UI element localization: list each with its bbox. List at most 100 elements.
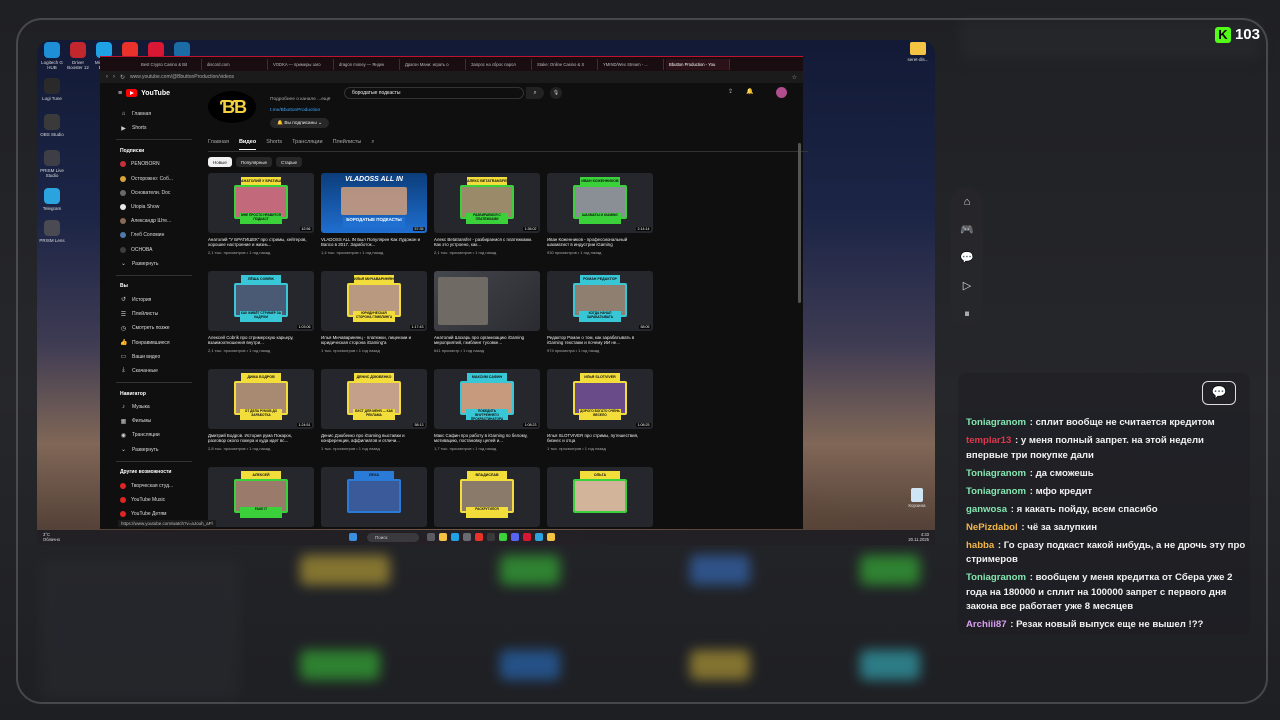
channel-tab[interactable]: Трансляции bbox=[292, 139, 322, 150]
sidebar-item[interactable]: ▭ Ваши видео bbox=[120, 350, 195, 364]
video-thumbnail[interactable]: АЛЕКС BETATRANSFER РАЗБИРАЕМСЯ С ПЛАТЕЖКА… bbox=[434, 173, 540, 233]
chat-username[interactable]: ganwosa bbox=[966, 504, 1007, 515]
chat-username[interactable]: Archiii87 bbox=[966, 619, 1007, 630]
star-icon[interactable]: ☆ bbox=[792, 74, 797, 81]
channel-about[interactable]: Подробнее о канале ...ещё bbox=[270, 97, 330, 102]
video-thumbnail[interactable]: АЛЕКСЕЙ FAKE IT bbox=[208, 467, 314, 527]
forward-icon[interactable]: › bbox=[113, 74, 115, 80]
video-thumbnail[interactable]: ЛЕХА bbox=[321, 467, 427, 527]
taskbar-search[interactable]: Поиск bbox=[367, 533, 419, 542]
video-thumbnail[interactable] bbox=[434, 271, 540, 331]
sidebar-item[interactable]: YouTube Music bbox=[120, 493, 195, 507]
video-card[interactable]: РОМАН РЕДАКТОР КОГДА НАЧАЛ ЗАРАБАТЫВАТЬ 58… bbox=[547, 271, 653, 369]
video-title[interactable]: Анатолий "У БРАТИШЕК" про стримы, хейтер… bbox=[208, 237, 314, 248]
sidebar-item[interactable]: ⌄ Развернуть bbox=[120, 443, 195, 457]
youtube-logo[interactable]: ≡ YouTube bbox=[118, 89, 195, 97]
task-view-icon[interactable] bbox=[427, 533, 435, 541]
video-card[interactable]: ДЕНИС ДЗЮБЕНКО БЕСТ ДЛЯ МЕНЯ — КАК РЕКЛАМ… bbox=[321, 369, 427, 467]
video-card[interactable]: АЛЕКС BETATRANSFER РАЗБИРАЕМСЯ С ПЛАТЕЖКА… bbox=[434, 173, 540, 271]
channel-tab[interactable]: Плейлисты bbox=[333, 139, 362, 150]
sidebar-item[interactable]: ⌄ Развернуть bbox=[120, 257, 195, 271]
chat-username[interactable]: Toniagranom bbox=[966, 417, 1026, 428]
telegram-icon[interactable] bbox=[535, 533, 543, 541]
sidebar-item[interactable]: ↺ История bbox=[120, 293, 195, 307]
opera-icon[interactable] bbox=[523, 533, 531, 541]
app2-icon[interactable] bbox=[547, 533, 555, 541]
video-thumbnail[interactable]: VLADOSS ALL IN БОРОДАТЫЕ ПОДКАСТЫ 57:35 bbox=[321, 173, 427, 233]
discord-icon[interactable] bbox=[511, 533, 519, 541]
sidebar-item[interactable]: ◷ Смотреть позже bbox=[120, 321, 195, 335]
edge-icon[interactable] bbox=[451, 533, 459, 541]
desktop-icon[interactable]: Telegram bbox=[39, 188, 65, 211]
desktop-icon[interactable]: Driver Booster 12 bbox=[65, 42, 91, 70]
system-tray[interactable]: 4:33 20.11.2025 bbox=[908, 532, 929, 542]
video-title[interactable]: Алексей Cobrik про стримерскую карьеру, … bbox=[208, 335, 314, 346]
channel-tab[interactable]: Shorts bbox=[266, 139, 282, 150]
browser-tab[interactable]: VODKA — примеры заго bbox=[270, 58, 334, 70]
sidebar-item[interactable]: ◉ Трансляции bbox=[120, 428, 195, 442]
desktop-icon[interactable]: Logi Tune bbox=[39, 78, 65, 101]
channel-tab[interactable]: Главная bbox=[208, 139, 229, 150]
video-title[interactable]: Иван Коженников - профессиональный шахма… bbox=[547, 237, 653, 248]
sidebar-channel[interactable]: Основатели. Doc bbox=[120, 186, 195, 200]
chat-username[interactable]: habba bbox=[966, 540, 994, 551]
settings-icon[interactable] bbox=[463, 533, 471, 541]
sidebar-channel[interactable]: Осторожно: Соб... bbox=[120, 172, 195, 186]
video-thumbnail[interactable]: ИЛЬЯ МИЧАВАРИНЯНЦ ЮРИДИЧЕСКАЯ СТОРОНА ГЭМ… bbox=[321, 271, 427, 331]
video-title[interactable]: Илья SLOTVIVER про стримы, путешествия, … bbox=[547, 433, 653, 444]
video-card[interactable]: VLADOSS ALL IN БОРОДАТЫЕ ПОДКАСТЫ 57:35 VLA… bbox=[321, 173, 427, 271]
chat-toggle-icon[interactable]: 💬 bbox=[1202, 381, 1236, 405]
chat-username[interactable]: Toniagranom bbox=[966, 572, 1026, 583]
browser-tab[interactable]: YMIND/Wex Stream - ... bbox=[600, 58, 664, 70]
obs-icon[interactable] bbox=[487, 533, 495, 541]
browser-tab[interactable]: Запрос на сброс парол bbox=[468, 58, 532, 70]
desktop-icon[interactable]: PRISM Live Studio bbox=[39, 150, 65, 178]
sidebar-item[interactable]: 👍 Понравившиеся bbox=[120, 335, 195, 349]
video-card[interactable]: ЛЁША COBRIK КАК ЖИВЁТ СТРИМЕР ЗА КАДРОМ 1:… bbox=[208, 271, 314, 369]
sidebar-item[interactable]: ▦ Фильмы bbox=[120, 414, 195, 428]
video-card[interactable]: Анатолий Шохарь про организацию iGaming … bbox=[434, 271, 540, 369]
video-card[interactable]: ДИМА БОДРОВ ОТ ДЕЛА РУМОВ ДО ЗАРАБОТКА 1:2… bbox=[208, 369, 314, 467]
browser-tab[interactable]: Stake: Online Casino & S bbox=[534, 58, 598, 70]
chat-username[interactable]: Toniagranom bbox=[966, 486, 1026, 497]
reload-icon[interactable]: ↻ bbox=[120, 74, 125, 81]
browser-tab[interactable]: discord.com bbox=[204, 58, 268, 70]
browser-tab[interactable]: Bbutton Production - You bbox=[666, 58, 730, 70]
browser-tab[interactable]: Драгон Мани: играть о bbox=[402, 58, 466, 70]
sidebar-channel[interactable]: Utopia Show bbox=[120, 200, 195, 214]
bell-icon[interactable]: 🔔 bbox=[746, 88, 753, 95]
browser-tab[interactable]: Best Crypto Casino & Bit bbox=[138, 58, 202, 70]
explorer-icon[interactable] bbox=[439, 533, 447, 541]
desktop-icon[interactable]: OBS Studio bbox=[39, 114, 65, 137]
upload-icon[interactable]: ⇪ bbox=[728, 88, 733, 95]
video-thumbnail[interactable]: МАКСИМ САФИН ПОБЕДИТЬ ВНУТРЕННЕГО ПРОКРАС… bbox=[434, 369, 540, 429]
search-icon[interactable]: ⌕ bbox=[371, 139, 374, 150]
avatar[interactable] bbox=[776, 87, 787, 98]
subscribed-button[interactable]: 🔔 Вы подписаны ⌄ bbox=[270, 118, 330, 128]
sidebar-item[interactable]: ⌂ Главная bbox=[120, 107, 195, 121]
video-card[interactable]: МАКСИМ САФИН ПОБЕДИТЬ ВНУТРЕННЕГО ПРОКРАС… bbox=[434, 369, 540, 467]
start-icon[interactable] bbox=[349, 533, 357, 541]
app-icon[interactable] bbox=[499, 533, 507, 541]
sidebar-item[interactable]: ⤓ Скачанные bbox=[120, 364, 195, 378]
video-title[interactable]: Денис Дзюбенко про iGaming выставки и ко… bbox=[321, 433, 427, 444]
video-title[interactable]: Макс Сафин про работу в iGaming по белом… bbox=[434, 433, 540, 444]
sidebar-item[interactable]: Творческая студ... bbox=[120, 479, 195, 493]
video-card[interactable]: ИЛЬЯ SLOTVIVER ДОРОГО БОГАТО ОЧЕНЬ ВЕСЕЛО… bbox=[547, 369, 653, 467]
filter-chip[interactable]: Старые bbox=[276, 157, 303, 167]
video-thumbnail[interactable]: ИЛЬЯ SLOTVIVER ДОРОГО БОГАТО ОЧЕНЬ ВЕСЕЛО… bbox=[547, 369, 653, 429]
filter-chip[interactable]: Новые bbox=[208, 157, 232, 167]
sidebar-item[interactable]: ♪ Музыка bbox=[120, 400, 195, 414]
video-title[interactable]: VLADOSS ALL IN Был Популярен Как Лудожон… bbox=[321, 237, 427, 248]
you-heading[interactable]: Вы bbox=[120, 280, 195, 293]
sidebar-channel[interactable]: ОСНОВА bbox=[120, 243, 195, 257]
url-field[interactable]: www.youtube.com/@BbuttonProduction/video… bbox=[130, 74, 787, 80]
yandex-icon[interactable] bbox=[475, 533, 483, 541]
sidebar-channel[interactable]: PENOBORN bbox=[120, 157, 195, 171]
sidebar-channel[interactable]: Александр Ште... bbox=[120, 214, 195, 228]
mic-icon[interactable]: 🎙 bbox=[550, 87, 562, 99]
video-title[interactable]: Дмитрий Бодров. История рума Покарок, ра… bbox=[208, 433, 314, 444]
video-thumbnail[interactable]: РОМАН РЕДАКТОР КОГДА НАЧАЛ ЗАРАБАТЫВАТЬ 58… bbox=[547, 271, 653, 331]
channel-link[interactable]: t.me/BbuttonProduction bbox=[270, 108, 320, 113]
sidebar-item[interactable]: ☰ Плейлисты bbox=[120, 307, 195, 321]
